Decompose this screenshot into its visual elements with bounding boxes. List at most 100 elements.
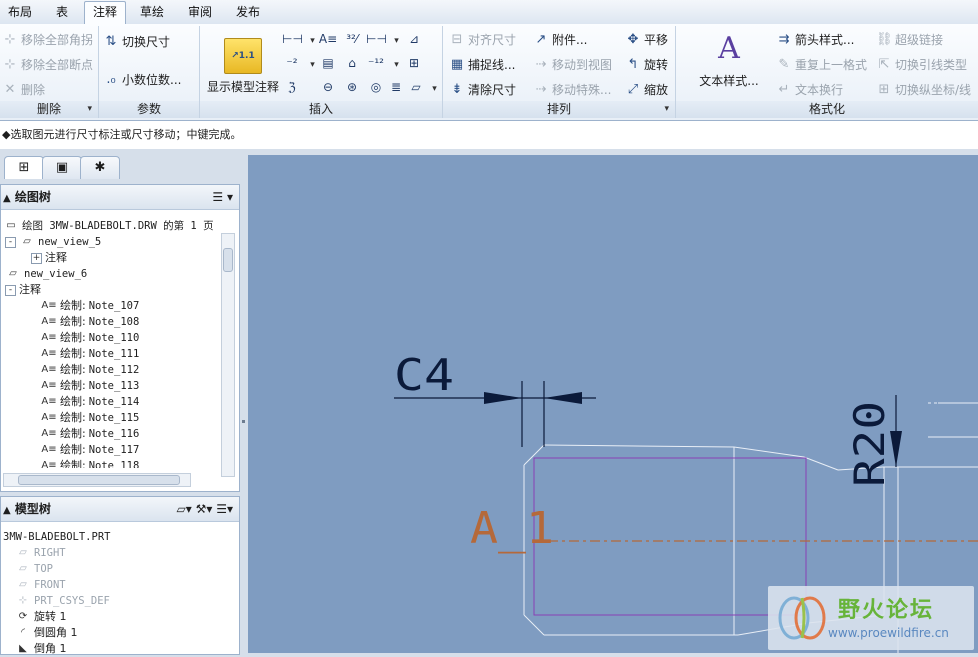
note-list-icon[interactable]: ≣ — [386, 78, 406, 96]
model-tree-item[interactable]: ◜ 倒圆角 1 — [15, 625, 77, 641]
settings-icon[interactable]: ☰▾ — [216, 502, 233, 516]
note-list-item[interactable]: A≡ 绘制: Note_115 — [41, 410, 139, 426]
collapse-icon[interactable]: ▲ — [3, 505, 11, 516]
tab-sketch[interactable]: 草绘 — [132, 2, 172, 23]
drawing-tree-root[interactable]: ▭ 绘图 3MW-BLADEBOLT.DRW 的第 1 页 — [3, 218, 213, 234]
dimension-icon[interactable]: ⊢⊣ — [282, 30, 303, 48]
dropdown-icon[interactable]: ▾ — [424, 78, 444, 96]
axis-label[interactable]: A_1 — [470, 503, 554, 554]
snap-line-button[interactable]: ▦ 捕捉线... — [449, 55, 516, 75]
table-icon[interactable]: ▤ — [318, 54, 338, 72]
note-list-item[interactable]: A≡ 绘制: Note_118 — [41, 458, 139, 468]
tab-folder[interactable]: ▣ — [42, 156, 82, 179]
drawing-tree-item[interactable]: - ▱ new_view_5 — [5, 234, 101, 250]
collapse-node-icon[interactable]: - — [5, 284, 16, 296]
tab-model-tree[interactable]: ⊞ — [4, 156, 44, 179]
drawing-tree-item[interactable]: ▱ new_view_6 — [5, 266, 87, 282]
ordinate-icon[interactable]: ³²⁄ — [342, 30, 362, 48]
model-tree-item[interactable]: ▱ TOP — [15, 561, 53, 577]
attachment-button[interactable]: ↗ 附件... — [533, 30, 588, 50]
note-list-item[interactable]: A≡ 绘制: Note_117 — [41, 442, 139, 458]
show-model-annotations-button[interactable]: ↗1.1 显示模型注释 — [204, 28, 282, 100]
scale-button[interactable]: ⤢ 缩放 — [625, 80, 668, 100]
model-tree-item[interactable]: ▱ RIGHT — [15, 545, 65, 561]
note-list-item[interactable]: A≡ 绘制: Note_112 — [41, 362, 139, 378]
note-list-item[interactable]: A≡ 绘制: Note_113 — [41, 378, 139, 394]
arrow-style-button[interactable]: ⇉ 箭头样式... — [776, 30, 855, 50]
toggle-dimension-button[interactable]: ⇅ 切换尺寸 — [103, 32, 170, 52]
chamfer-dimension-text[interactable]: C4 — [394, 350, 454, 401]
datum-icon[interactable]: ⌂ — [342, 54, 362, 72]
move-special-icon: ⇢ — [535, 82, 547, 97]
model-tree-item[interactable]: ▱ FRONT — [15, 577, 65, 593]
note-list-item[interactable]: A≡ 绘制: Note_116 — [41, 426, 139, 442]
expand-node-icon[interactable]: + — [31, 252, 42, 264]
tab-review[interactable]: 审阅 — [180, 2, 220, 23]
show-icon[interactable]: ▱▾ — [177, 502, 192, 516]
gtol-icon[interactable]: ⊞ — [404, 54, 424, 72]
remove-all-breaks-button[interactable]: ⊹ 移除全部断点 — [2, 55, 93, 75]
group-expand-icon[interactable]: ▾ — [664, 101, 669, 118]
radius-dimension-text[interactable]: R20 — [845, 401, 894, 487]
tab-favorites[interactable]: ✱ — [80, 156, 120, 179]
text-wrap-button[interactable]: ↵ 文本换行 — [776, 80, 843, 100]
note-list-item[interactable]: A≡ 绘制: Note_110 — [41, 330, 139, 346]
balloon-icon[interactable]: ◎ — [366, 78, 386, 96]
hyperlink-button[interactable]: ⛓ 超级链接 — [876, 30, 943, 50]
collapse-node-icon[interactable]: - — [5, 236, 16, 248]
remove-all-jogs-button[interactable]: ⊹ 移除全部角拐 — [2, 30, 93, 50]
move-special-button[interactable]: ⇢ 移动特殊... — [533, 80, 612, 100]
dropdown-icon[interactable]: ▾ — [386, 54, 406, 72]
surface-finish-icon[interactable]: ⊿ — [404, 30, 424, 48]
model-tree-header[interactable]: ▲ 模型树 ▱▾ ⚒▾ ☰▾ — [1, 497, 239, 522]
dropdown-icon[interactable]: ▾ — [386, 30, 406, 48]
model-tree-item[interactable]: ◣ 倒角 1 — [15, 641, 66, 657]
cleanup-dimensions-button[interactable]: ⇟ 清除尺寸 — [449, 80, 516, 100]
model-tree-item[interactable]: ⊹ PRT_CSYS_DEF — [15, 593, 110, 609]
drawing-tree-item[interactable]: + 注释 — [31, 250, 67, 266]
drawing-tree-vscroll[interactable] — [221, 233, 235, 477]
align-dimensions-button[interactable]: ⊟ 对齐尺寸 — [449, 30, 516, 50]
tools-icon[interactable]: ⚒▾ — [196, 502, 213, 516]
drawing-tree-item[interactable]: - 注释 — [5, 282, 41, 298]
drawing-tree-list: ▭ 绘图 3MW-BLADEBOLT.DRW 的第 1 页 - ▱ new_view… — [1, 210, 213, 468]
weld-icon[interactable]: ⊛ — [342, 78, 362, 96]
scroll-thumb[interactable] — [223, 248, 233, 272]
move-to-view-button[interactable]: ⇢ 移动到视图 — [533, 55, 612, 75]
translate-button[interactable]: ✥ 平移 — [625, 30, 668, 50]
note-icon[interactable]: A≡ — [318, 30, 338, 48]
delete-button[interactable]: ✕ 删除 — [2, 80, 45, 100]
spiral-icon[interactable]: ℨ — [282, 78, 302, 96]
model-tree-item[interactable]: ⟳ 旋转 1 — [15, 609, 67, 625]
tree-settings-icon[interactable]: ☰ ▾ — [212, 185, 233, 209]
ordinate-icon[interactable]: ⁻¹² — [366, 54, 386, 72]
drawing-tree-hscroll[interactable] — [3, 473, 191, 487]
text-style-button[interactable]: A 文本样式... — [694, 32, 764, 89]
symbol-icon[interactable]: ⊖ — [318, 78, 338, 96]
scroll-thumb[interactable] — [18, 475, 180, 485]
panel-splitter[interactable] — [240, 150, 248, 653]
toggle-leader-type-button[interactable]: ⇱ 切换引线类型 — [876, 55, 967, 75]
ordinate-dim-icon[interactable]: ⁻² — [282, 54, 302, 72]
watermark-url: www.proewildfire.cn — [828, 626, 949, 640]
decimal-places-button[interactable]: .₀ 小数位数... — [103, 70, 181, 90]
note-list-item[interactable]: A≡ 绘制: Note_107 — [41, 298, 139, 314]
tab-layout[interactable]: 布局 — [0, 2, 40, 23]
highlighted-feature[interactable] — [533, 457, 807, 616]
toggle-ordinate-button[interactable]: ⊞ 切换纵坐标/线 — [876, 80, 972, 100]
draft-icon[interactable]: ▱ — [406, 78, 426, 96]
collapse-icon[interactable]: ▲ — [3, 193, 11, 204]
drawing-canvas[interactable]: C4 R20 A_1 野火论坛 www.proewildfire.cn — [248, 155, 978, 653]
reference-dim-icon[interactable]: ⊢⊣ — [366, 30, 387, 48]
rotate-button[interactable]: ↰ 旋转 — [625, 55, 668, 75]
tab-annotate[interactable]: 注释 — [84, 1, 127, 25]
repeat-last-format-button[interactable]: ✎ 重复上一格式 — [776, 55, 867, 75]
note-list-item[interactable]: A≡ 绘制: Note_114 — [41, 394, 139, 410]
group-expand-icon[interactable]: ▾ — [87, 101, 92, 118]
model-tree-root[interactable]: 3MW-BLADEBOLT.PRT — [3, 529, 110, 545]
tab-table[interactable]: 表 — [48, 2, 76, 23]
tab-publish[interactable]: 发布 — [228, 2, 268, 23]
note-list-item[interactable]: A≡ 绘制: Note_111 — [41, 346, 139, 362]
note-list-item[interactable]: A≡ 绘制: Note_108 — [41, 314, 139, 330]
drawing-tree-header[interactable]: ▲ 绘图树 ☰ ▾ — [1, 185, 239, 210]
